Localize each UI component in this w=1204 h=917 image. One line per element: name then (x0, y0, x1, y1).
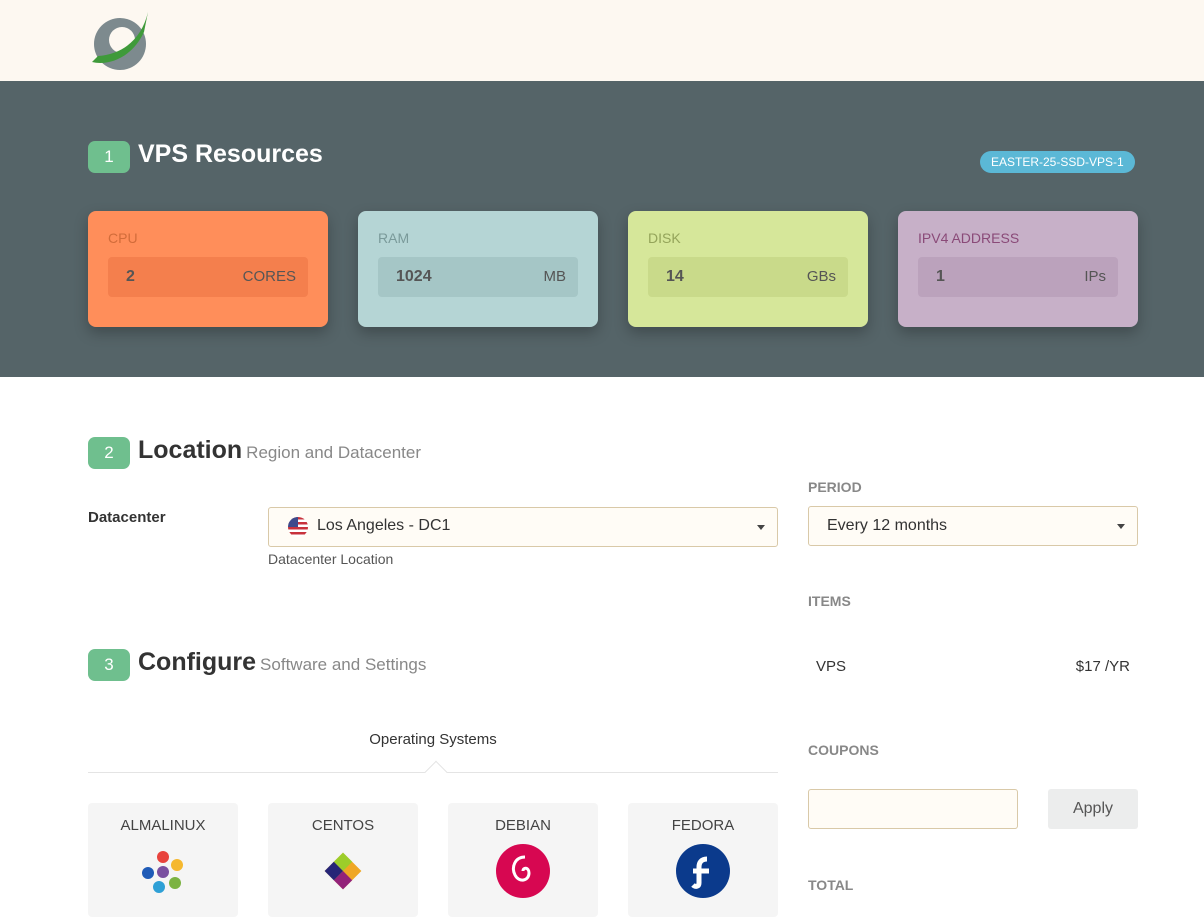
location-subtitle: Region and Datacenter (246, 443, 422, 462)
os-card-debian[interactable]: DEBIAN (448, 803, 598, 917)
vps-resources-title: VPS Resources (138, 140, 323, 168)
period-label: PERIOD (808, 479, 862, 495)
cpu-unit: CORES (242, 268, 296, 285)
cpu-card: CPU 2 CORES (88, 211, 328, 327)
os-card-almalinux[interactable]: ALMALINUX (88, 803, 238, 917)
disk-card: DISK 14 GBs (628, 211, 868, 327)
os-card-centos[interactable]: CENTOS (268, 803, 418, 917)
item-price: $17 /YR (1075, 658, 1130, 675)
fedora-icon (676, 844, 730, 898)
ipv4-card: IPV4 ADDRESS 1 IPs (898, 211, 1138, 327)
brand-logo[interactable] (88, 8, 152, 72)
centos-icon (324, 852, 362, 890)
debian-icon (496, 844, 550, 898)
disk-value: 14 (666, 268, 684, 285)
ipv4-input[interactable]: 1 IPs (918, 257, 1118, 297)
top-bar (0, 0, 1204, 81)
period-value: Every 12 months (827, 517, 948, 534)
items-label: ITEMS (808, 593, 851, 609)
os-name: CENTOS (311, 817, 375, 834)
datacenter-label: Datacenter (88, 509, 166, 526)
chevron-down-icon (1117, 524, 1125, 529)
cpu-value: 2 (126, 268, 135, 285)
promo-code-badge: EASTER-25-SSD-VPS-1 (980, 151, 1135, 173)
configure-subtitle: Software and Settings (260, 655, 427, 674)
os-name: FEDORA (671, 817, 735, 834)
ipv4-label: IPV4 ADDRESS (918, 230, 1020, 246)
os-card-fedora[interactable]: FEDORA (628, 803, 778, 917)
disk-label: DISK (648, 230, 681, 246)
location-title: Location Region and Datacenter (138, 436, 422, 464)
chevron-down-icon (757, 525, 765, 530)
datacenter-help: Datacenter Location (268, 551, 394, 567)
total-label: TOTAL (808, 877, 854, 893)
datacenter-select[interactable]: Los Angeles - DC1 (268, 507, 778, 547)
os-name: ALMALINUX (120, 817, 206, 834)
step-3-badge: 3 (88, 649, 130, 681)
ram-label: RAM (378, 230, 410, 246)
us-flag-icon (288, 517, 308, 537)
configure-title: Configure Software and Settings (138, 648, 427, 676)
cpu-label: CPU (108, 230, 138, 246)
os-name: DEBIAN (495, 817, 551, 834)
ram-value: 1024 (396, 268, 432, 285)
datacenter-value: Los Angeles - DC1 (317, 517, 451, 534)
item-name: VPS (816, 658, 847, 675)
ipv4-value: 1 (936, 268, 945, 285)
almalinux-icon (142, 851, 183, 893)
step-2-badge: 2 (88, 437, 130, 469)
coupons-label: COUPONS (808, 742, 879, 758)
tab-operating-systems[interactable]: Operating Systems (88, 731, 778, 748)
ram-unit: MB (543, 268, 567, 285)
apply-coupon-button[interactable]: Apply (1048, 789, 1138, 829)
step-1-badge: 1 (88, 141, 130, 173)
coupon-input[interactable] (808, 789, 1018, 829)
disk-input[interactable]: 14 GBs (648, 257, 848, 297)
disk-unit: GBs (806, 268, 836, 285)
period-select[interactable]: Every 12 months (808, 506, 1138, 546)
ipv4-unit: IPs (1084, 268, 1106, 285)
cpu-input[interactable]: 2 CORES (108, 257, 308, 297)
ram-input[interactable]: 1024 MB (378, 257, 578, 297)
tab-pointer (424, 760, 448, 784)
ram-card: RAM 1024 MB (358, 211, 598, 327)
